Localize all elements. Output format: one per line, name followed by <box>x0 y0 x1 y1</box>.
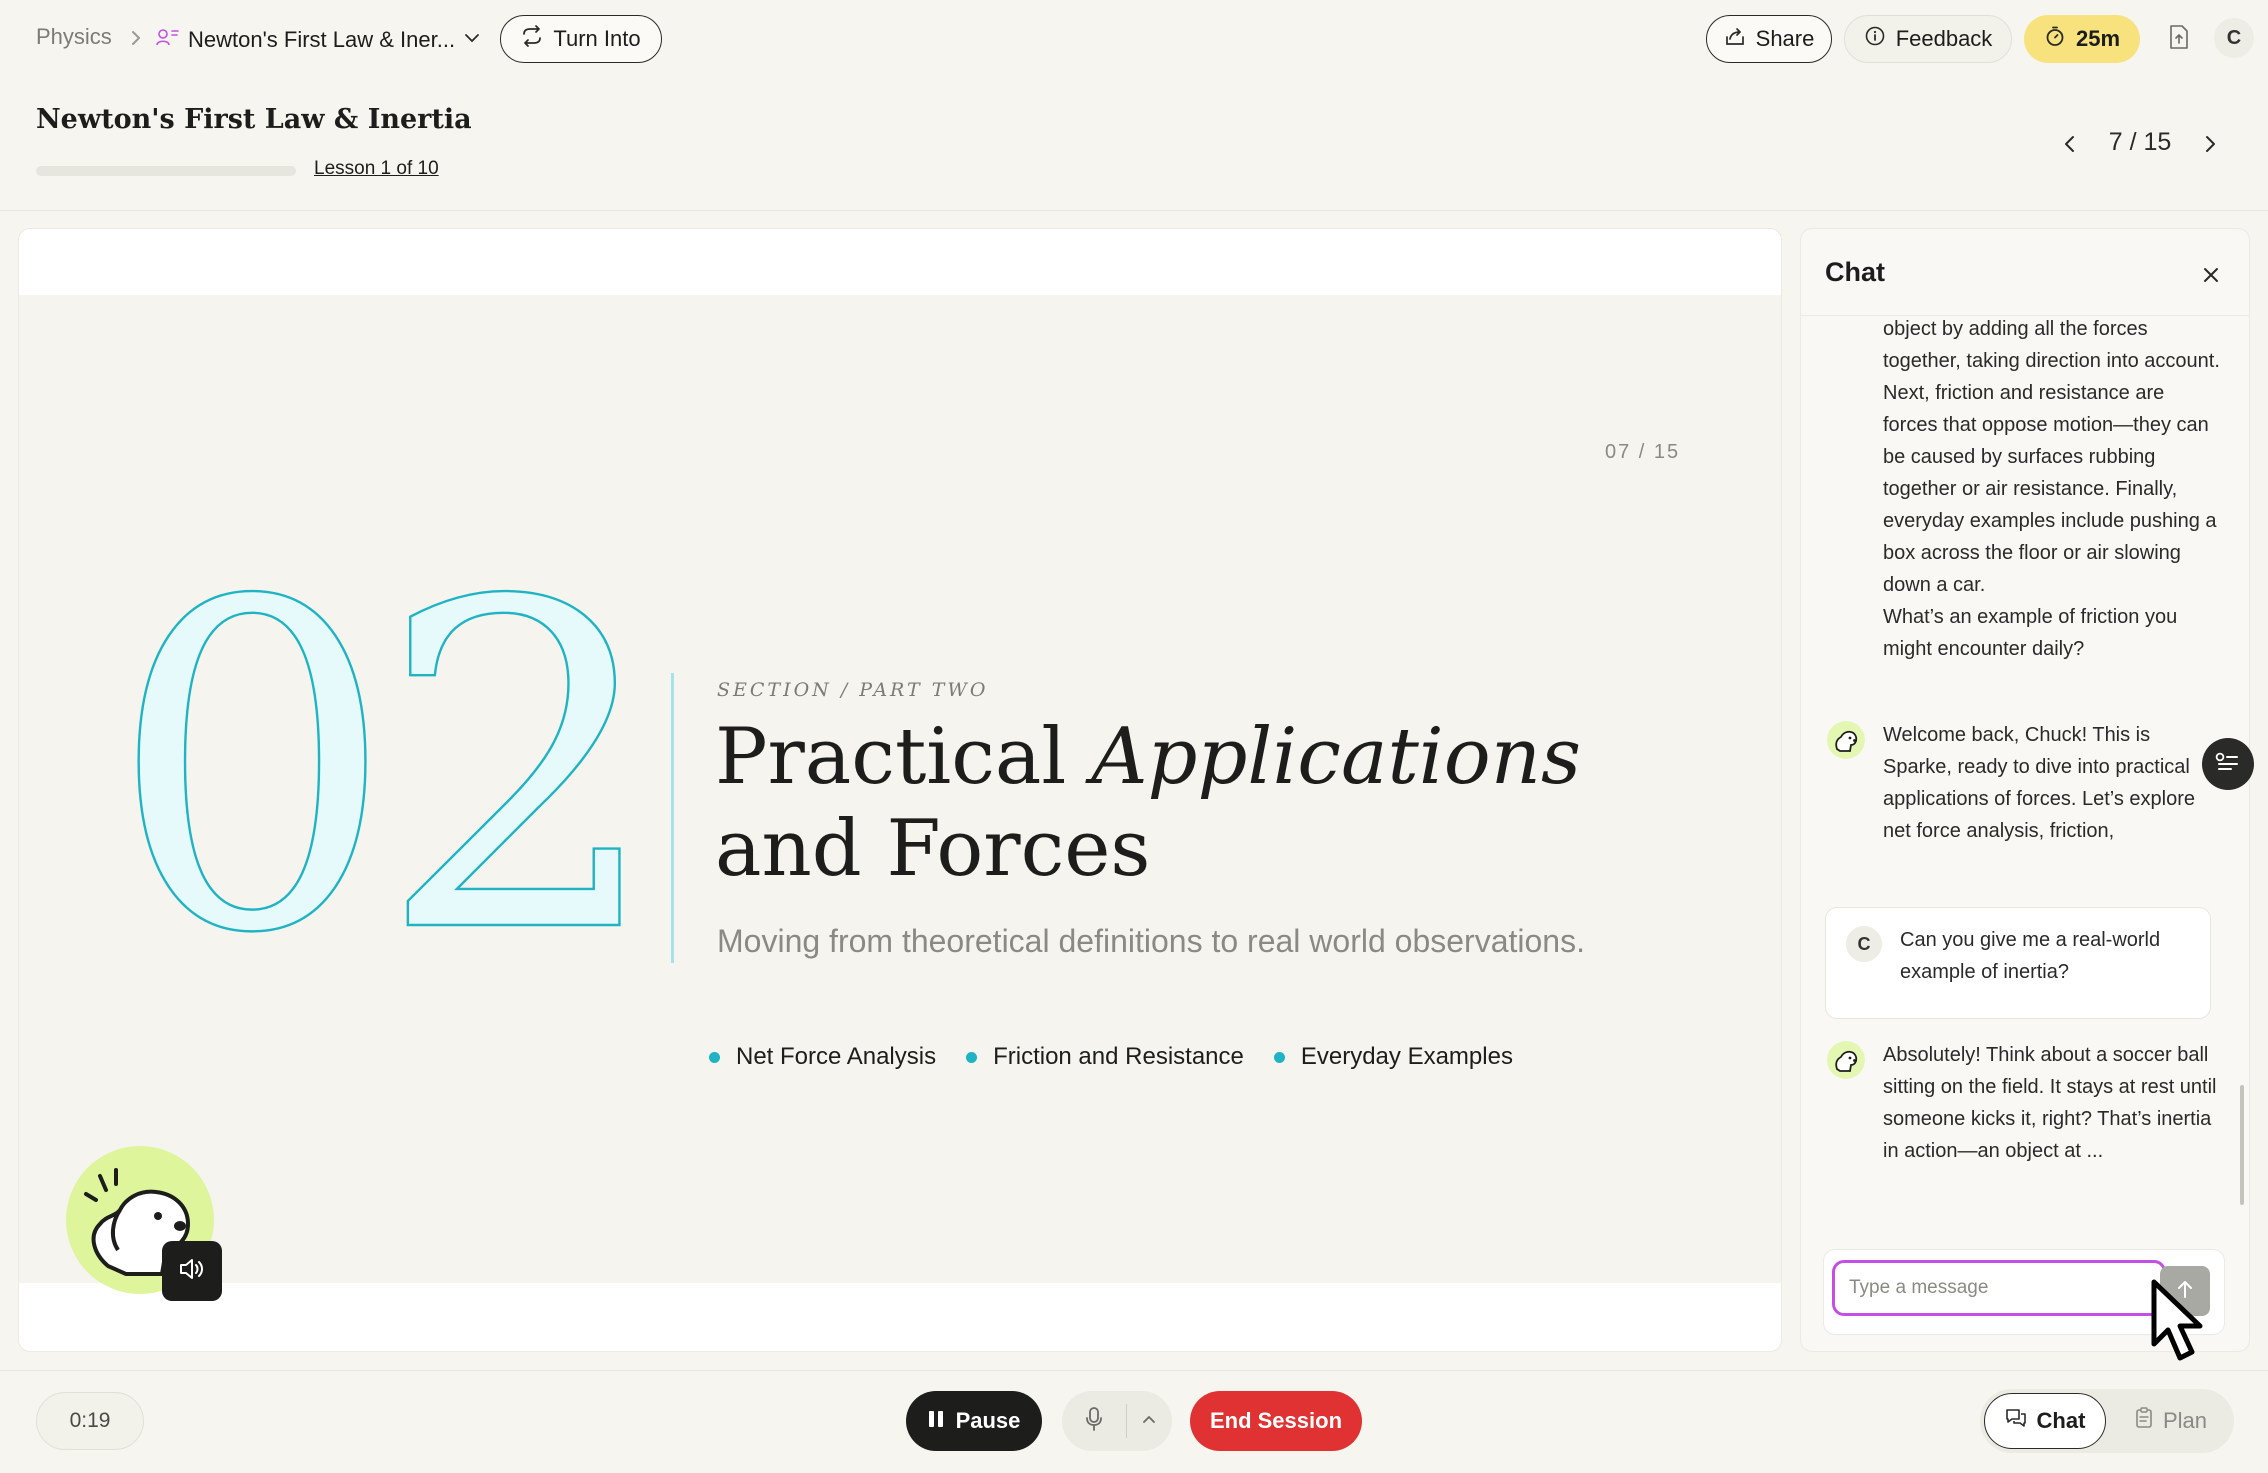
accent-divider <box>671 673 674 963</box>
tab-plan[interactable]: Plan <box>2114 1393 2228 1449</box>
info-icon <box>1864 25 1886 53</box>
headline-part2: and Forces <box>715 804 1151 894</box>
slide-number: 07 / 15 <box>1605 441 1681 463</box>
section-label: SECTION / PART TWO <box>717 679 989 701</box>
bullet-dot <box>709 1051 720 1063</box>
topic-label: Net Force Analysis <box>736 1043 937 1070</box>
chevron-down-icon <box>463 27 481 53</box>
chat-title: Chat <box>1825 257 1885 287</box>
assistant-message-text: Welcome back, Chuck! This is Sparke, rea… <box>1883 724 2196 842</box>
feedback-button[interactable]: Feedback <box>1844 15 2012 63</box>
section-number-graphic: 02 <box>109 555 665 975</box>
pause-button[interactable]: Pause <box>906 1391 1042 1451</box>
share-button[interactable]: Share <box>1706 15 1832 63</box>
slide-card: 07 / 15 02 SECTION / PART TWO Practical … <box>18 228 1782 1352</box>
next-slide-button[interactable] <box>2192 128 2228 164</box>
breadcrumb-root[interactable]: Physics <box>36 24 112 50</box>
chevron-left-icon <box>2060 132 2080 161</box>
chevron-up-icon <box>1141 1412 1157 1430</box>
user-avatar: C <box>1846 926 1882 962</box>
chat-bubble-icon <box>2005 1408 2027 1434</box>
timer-label: 25m <box>2075 26 2121 51</box>
file-export-icon <box>2168 24 2190 55</box>
mic-options-button[interactable] <box>1127 1391 1171 1451</box>
slide-headline: Practical Applications and Forces <box>715 711 1581 895</box>
turn-into-button[interactable]: Turn Into <box>500 15 662 63</box>
bullet-dot <box>966 1051 978 1063</box>
convert-icon <box>521 25 543 53</box>
topic-item: Friction and Resistance <box>966 1043 1244 1071</box>
feedback-label: Feedback <box>1895 26 1993 51</box>
user-message-text: Can you give me a real-world example of … <box>1900 929 2161 983</box>
topic-item: Net Force Analysis <box>709 1043 936 1071</box>
chat-scrollbar-thumb[interactable] <box>2240 1085 2244 1205</box>
chat-message-list[interactable]: object by adding all the forces together… <box>1801 317 2249 1253</box>
session-timer-badge[interactable]: 25m <box>2024 15 2140 63</box>
speaker-icon <box>178 1256 206 1287</box>
slide-subhead: Moving from theoretical definitions to r… <box>717 923 1585 959</box>
slide-canvas: 07 / 15 02 SECTION / PART TWO Practical … <box>19 295 1781 1283</box>
topic-item: Everyday Examples <box>1273 1043 1513 1071</box>
audio-toggle-button[interactable] <box>162 1241 222 1301</box>
tab-chat-label: Chat <box>2036 1408 2086 1433</box>
message-input[interactable] <box>1832 1260 2166 1316</box>
headline-part1: Practical <box>715 712 1092 802</box>
assistant-message-text: Absolutely! Think about a soccer ball si… <box>1883 1044 2217 1162</box>
breadcrumb-course[interactable]: Newton's First Law & Iner... <box>156 20 481 60</box>
assistant-avatar <box>1827 721 1865 759</box>
pause-icon <box>928 1408 944 1434</box>
end-session-button[interactable]: End Session <box>1190 1391 1362 1451</box>
list-icon <box>2215 751 2241 778</box>
topic-label: Friction and Resistance <box>993 1043 1244 1070</box>
mouse-cursor-icon <box>2151 1279 2203 1361</box>
share-icon <box>1724 25 1746 53</box>
chat-header-divider <box>1801 315 2249 316</box>
elapsed-time: 0:19 <box>36 1392 144 1450</box>
turn-into-label: Turn Into <box>553 26 641 51</box>
previous-slide-button[interactable] <box>2052 128 2088 164</box>
topic-label: Everyday Examples <box>1300 1043 1513 1070</box>
transcript-toggle-button[interactable] <box>2202 738 2254 790</box>
share-label: Share <box>1755 26 1815 51</box>
topic-list: Net Force Analysis Friction and Resistan… <box>709 1043 1513 1071</box>
dog-mascot-icon <box>1835 1050 1858 1072</box>
user-message: C Can you give me a real-world example o… <box>1825 907 2211 1019</box>
headline-italic: Applications <box>1091 712 1581 802</box>
export-button[interactable] <box>2162 22 2196 56</box>
microphone-button[interactable] <box>1062 1391 1126 1451</box>
bullet-dot <box>1273 1051 1285 1063</box>
tab-chat[interactable]: Chat <box>1984 1393 2106 1449</box>
lesson-title: Newton's First Law & Inertia <box>36 104 472 135</box>
header-divider <box>0 210 2268 211</box>
dog-mascot-icon <box>1835 730 1858 752</box>
lesson-link[interactable]: Lesson 1 of 10 <box>314 158 439 180</box>
lesson-progress-bar <box>36 166 296 176</box>
tab-plan-label: Plan <box>2162 1408 2208 1433</box>
close-icon <box>2201 265 2221 290</box>
assistant-message-text: object by adding all the forces together… <box>1883 318 2220 660</box>
breadcrumb-course-label: Newton's First Law & Iner... <box>188 27 456 52</box>
chevron-right-icon <box>2200 132 2220 161</box>
microphone-control <box>1062 1391 1172 1451</box>
assistant-avatar <box>1827 1041 1865 1079</box>
tutor-session-icon <box>156 27 180 53</box>
section-number: 02 <box>109 555 646 975</box>
chevron-right-icon <box>126 26 146 50</box>
close-chat-button[interactable] <box>2193 259 2229 295</box>
chat-panel: Chat object by adding all the forces tog… <box>1800 228 2250 1352</box>
panel-toggle: Chat Plan <box>1980 1389 2234 1453</box>
stopwatch-icon <box>2044 25 2066 53</box>
microphone-icon <box>1084 1406 1104 1437</box>
slide-counter: 7 / 15 <box>2108 128 2172 156</box>
user-avatar[interactable]: C <box>2214 18 2254 58</box>
clipboard-icon <box>2135 1407 2153 1435</box>
pause-label: Pause <box>955 1408 1021 1433</box>
footer-divider <box>0 1370 2268 1371</box>
